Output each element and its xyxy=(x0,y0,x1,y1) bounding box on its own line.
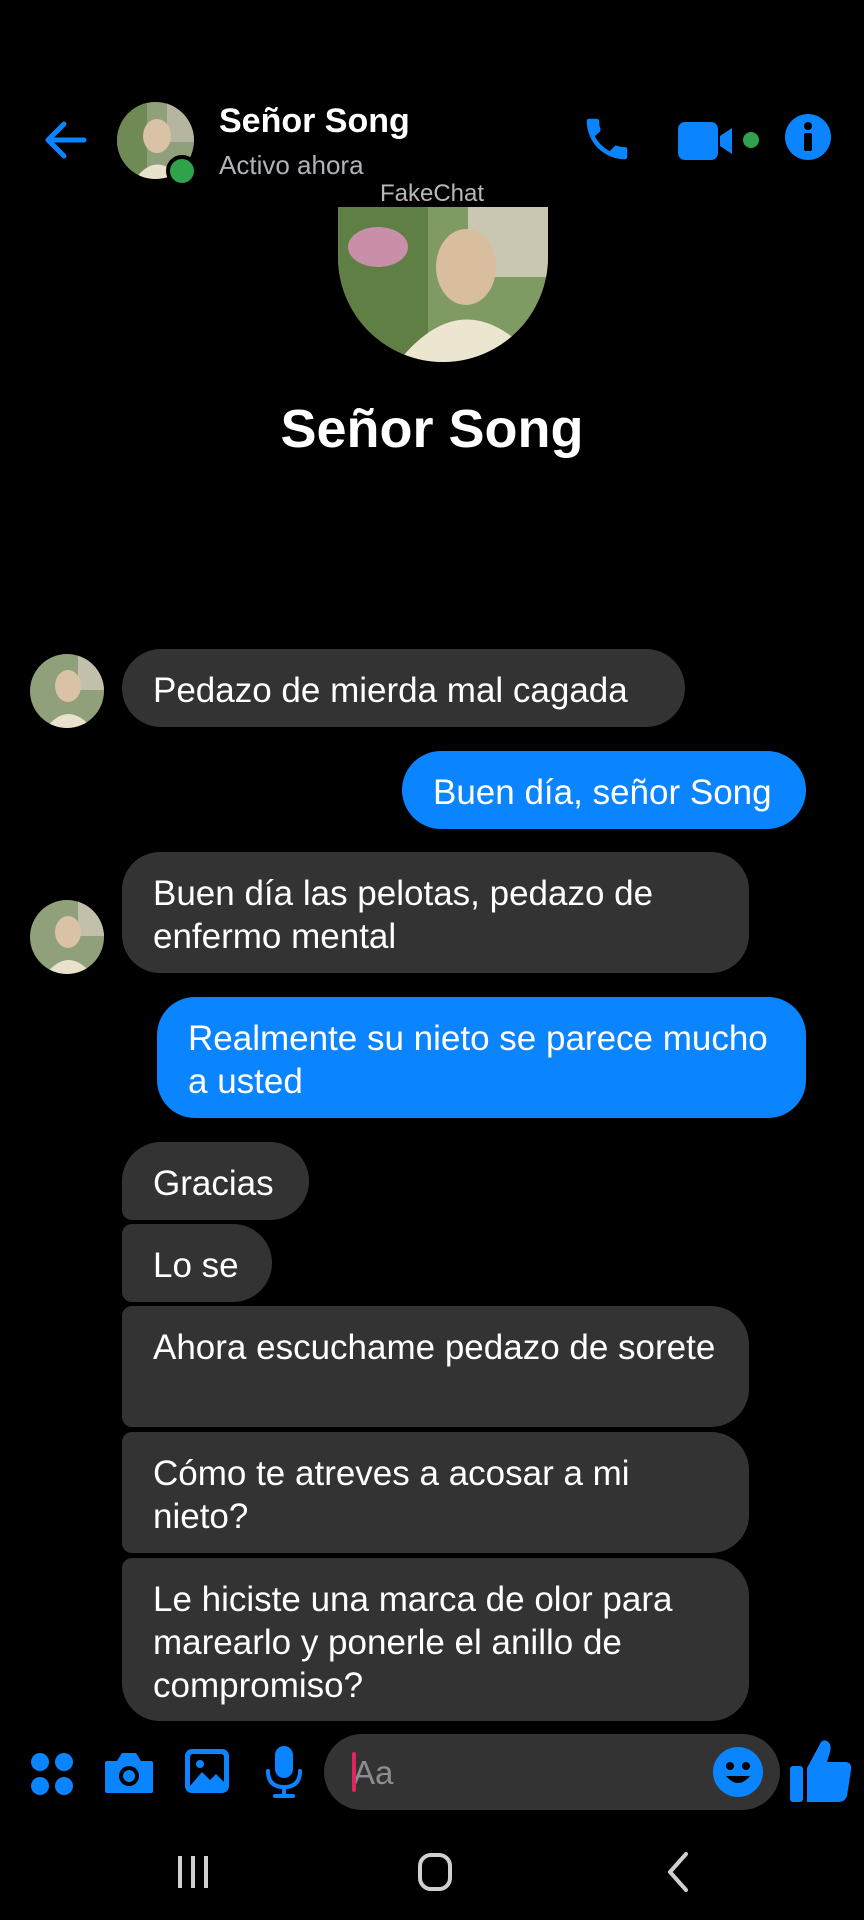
sender-avatar[interactable] xyxy=(30,654,104,728)
microphone-icon xyxy=(266,1746,302,1798)
text-cursor xyxy=(352,1752,356,1792)
video-call-button[interactable] xyxy=(678,118,762,164)
message-bubble-incoming[interactable]: Ahora escuchame pedazo de sorete xyxy=(122,1306,749,1427)
apps-button[interactable] xyxy=(28,1750,76,1798)
video-camera-icon xyxy=(678,122,759,160)
image-icon xyxy=(185,1749,229,1793)
profile-photo[interactable] xyxy=(338,207,548,362)
camera-icon xyxy=(105,1753,153,1793)
message-bubble-incoming[interactable]: Buen día las pelotas, pedazo de enfermo … xyxy=(122,852,749,973)
home-icon xyxy=(418,1853,452,1891)
info-icon xyxy=(785,114,831,160)
message-bubble-incoming[interactable]: Le hiciste una marca de olor para marear… xyxy=(122,1558,749,1721)
home-button[interactable] xyxy=(417,1852,453,1892)
contact-name[interactable]: Señor Song xyxy=(219,102,410,141)
avatar-photo xyxy=(30,900,104,974)
profile-photo-image xyxy=(338,207,548,362)
smiley-icon xyxy=(713,1747,763,1797)
camera-button[interactable] xyxy=(103,1749,155,1795)
like-button[interactable] xyxy=(790,1738,852,1804)
emoji-button[interactable] xyxy=(712,1746,764,1798)
message-input[interactable] xyxy=(351,1734,685,1812)
message-bubble-incoming[interactable]: Gracias xyxy=(122,1142,309,1220)
profile-name: Señor Song xyxy=(280,399,584,459)
call-button[interactable] xyxy=(580,112,634,166)
message-bubble-incoming[interactable]: Cómo te atreves a acosar a mi nieto? xyxy=(122,1432,749,1553)
phone-icon xyxy=(586,118,628,160)
chevron-left-icon xyxy=(668,1852,688,1892)
gallery-button[interactable] xyxy=(184,1748,230,1794)
message-bubble-outgoing[interactable]: Realmente su nieto se parece mucho a ust… xyxy=(157,997,806,1118)
contact-status: Activo ahora xyxy=(219,150,364,180)
message-bubble-incoming[interactable]: Pedazo de mierda mal cagada xyxy=(122,649,685,727)
message-bubble-incoming[interactable]: Lo se xyxy=(122,1224,272,1302)
watermark: FakeChat xyxy=(379,180,485,207)
system-back-button[interactable] xyxy=(664,1850,692,1894)
avatar-photo xyxy=(30,654,104,728)
recent-apps-icon xyxy=(178,1856,208,1888)
recent-apps-button[interactable] xyxy=(176,1854,210,1890)
thumbs-up-icon xyxy=(790,1740,852,1802)
sender-avatar[interactable] xyxy=(30,900,104,974)
info-button[interactable] xyxy=(785,114,831,160)
voice-button[interactable] xyxy=(264,1745,304,1799)
message-bubble-outgoing[interactable]: Buen día, señor Song xyxy=(402,751,806,829)
back-button[interactable] xyxy=(38,112,94,168)
arrow-left-icon xyxy=(45,121,87,159)
four-dots-icon xyxy=(31,1753,73,1795)
